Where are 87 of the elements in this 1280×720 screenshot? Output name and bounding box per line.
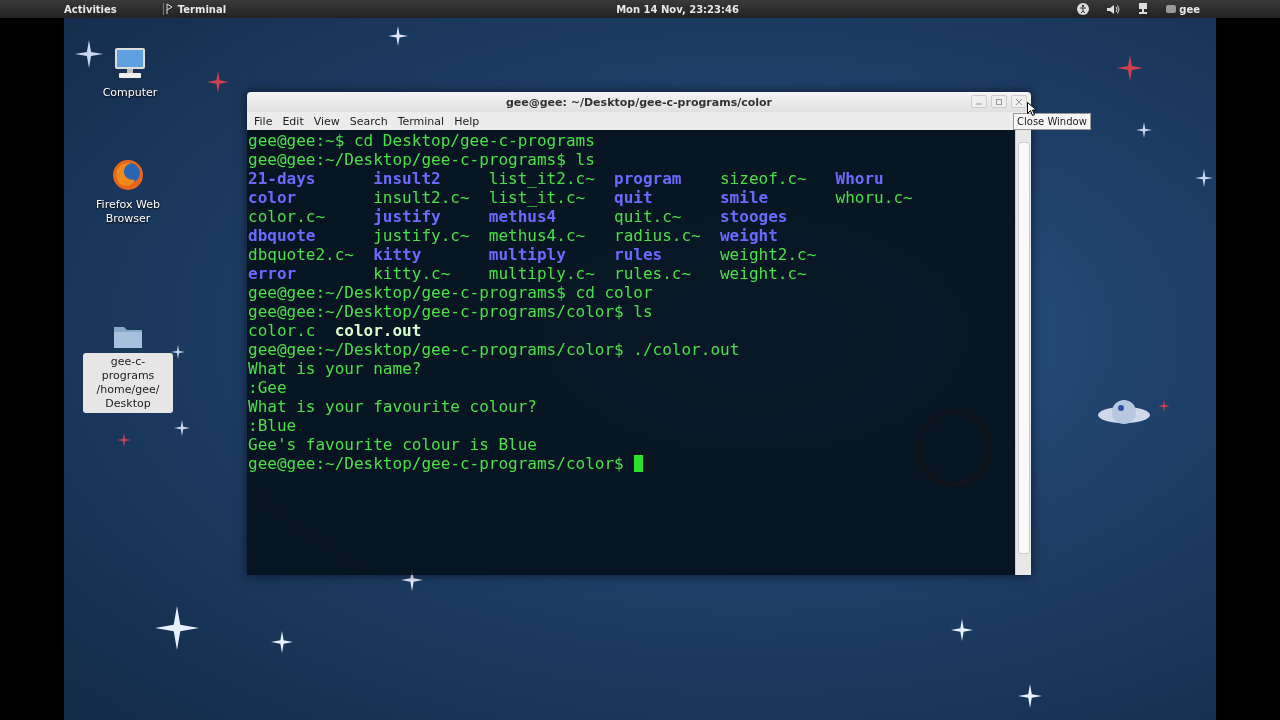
star-icon bbox=[388, 26, 408, 46]
file-name: weight bbox=[720, 226, 778, 245]
file-name: stooges bbox=[720, 207, 788, 226]
terminal-line: :Gee bbox=[248, 378, 287, 397]
file-name: insult2.c~ bbox=[373, 188, 470, 207]
star-icon bbox=[951, 619, 973, 641]
user-name[interactable]: gee bbox=[1179, 3, 1200, 15]
volume-icon[interactable] bbox=[1107, 3, 1121, 15]
file-name: quit bbox=[614, 188, 653, 207]
file-name: insult2 bbox=[373, 169, 441, 188]
file-name: weight.c~ bbox=[720, 264, 807, 283]
terminal-line: gee@gee:~/Desktop/gee-c-programs$ ls bbox=[248, 150, 595, 169]
desktop-icon-label[interactable]: Computer bbox=[85, 84, 175, 102]
terminal-line: Gee's favourite colour is Blue bbox=[248, 435, 537, 454]
terminal-line: gee@gee:~/Desktop/gee-c-programs/color$ ./color.out bbox=[248, 340, 740, 359]
close-icon bbox=[1016, 98, 1022, 105]
file-name: dbquote bbox=[248, 226, 316, 245]
file-name: color.out bbox=[334, 321, 422, 340]
mouse-cursor-icon bbox=[1027, 102, 1036, 116]
file-name: Whoru bbox=[835, 169, 884, 188]
star-icon bbox=[1117, 55, 1143, 81]
star-icon bbox=[155, 606, 199, 650]
menu-item[interactable]: View bbox=[308, 114, 345, 128]
terminal-line: What is your favourite colour? bbox=[248, 397, 537, 416]
file-name: quit.c~ bbox=[614, 207, 682, 226]
activities-button[interactable]: Activities bbox=[64, 3, 117, 15]
file-name: dbquote2.c~ bbox=[248, 245, 354, 264]
file-name: weight2.c~ bbox=[720, 245, 817, 264]
file-name: multiply.c~ bbox=[488, 264, 595, 283]
file-name: rules.c~ bbox=[614, 264, 692, 283]
file-name: color.c bbox=[248, 321, 316, 340]
star-icon bbox=[1136, 122, 1152, 138]
file-name: rules bbox=[614, 245, 663, 264]
menu-item[interactable]: Edit bbox=[277, 114, 309, 128]
star-icon bbox=[1018, 684, 1042, 708]
star-icon bbox=[1195, 169, 1213, 187]
accessibility-icon[interactable] bbox=[1077, 3, 1090, 15]
file-name: methus4.c~ bbox=[488, 226, 586, 245]
terminal-line: gee@gee:~/Desktop/gee-c-programs$ cd color bbox=[248, 283, 653, 302]
computer-icon bbox=[113, 46, 147, 80]
file-name: list_it2.c~ bbox=[488, 169, 595, 188]
menu-item[interactable]: Terminal bbox=[392, 114, 450, 128]
terminal-icon bbox=[165, 3, 174, 15]
file-name: program bbox=[614, 169, 682, 188]
maximize-icon bbox=[996, 98, 1002, 105]
clock[interactable]: Mon 14 Nov, 23:23:46 bbox=[616, 3, 739, 15]
window-title: gee@gee: ~/Desktop/gee-c-programs/color bbox=[505, 95, 773, 109]
terminal-line: gee@gee:~/Desktop/gee-c-programs/color$ bbox=[248, 454, 624, 473]
file-name: kitty.c~ bbox=[373, 264, 451, 283]
file-name: justify.c~ bbox=[373, 226, 470, 245]
terminal-line: gee@gee:~$ cd Desktop/gee-c-programs bbox=[248, 131, 595, 150]
user-icon[interactable] bbox=[1166, 4, 1177, 14]
star-icon bbox=[171, 345, 185, 359]
menu-item[interactable]: Search bbox=[344, 114, 393, 128]
firefox-icon bbox=[111, 158, 145, 192]
file-name: kitty bbox=[373, 245, 422, 264]
star-icon bbox=[271, 631, 293, 653]
file-name: list_it.c~ bbox=[488, 188, 586, 207]
file-name: color bbox=[248, 188, 297, 207]
tooltip: Close Window bbox=[1013, 113, 1091, 130]
menu-item[interactable]: Help bbox=[449, 114, 485, 128]
file-name: error bbox=[248, 264, 297, 283]
star-icon bbox=[174, 420, 190, 436]
file-name: color.c~ bbox=[248, 207, 326, 226]
file-name: justify bbox=[373, 207, 441, 226]
star-icon bbox=[117, 433, 131, 447]
network-icon[interactable] bbox=[1138, 3, 1149, 15]
desktop-icon-label[interactable]: Firefox Web Browser bbox=[83, 196, 173, 228]
file-name: sizeof.c~ bbox=[720, 169, 807, 188]
terminal-line: gee@gee:~/Desktop/gee-c-programs/color$ ls bbox=[248, 302, 653, 321]
desktop-icon-label[interactable]: gee-c-programs /home/gee/ Desktop bbox=[83, 353, 173, 413]
terminal-line: :Blue bbox=[248, 416, 297, 435]
file-name: radius.c~ bbox=[614, 226, 701, 245]
star-icon bbox=[75, 40, 103, 68]
text-cursor bbox=[633, 455, 643, 472]
file-name: whoru.c~ bbox=[835, 188, 913, 207]
star-icon bbox=[1158, 400, 1170, 412]
planet-icon bbox=[1098, 400, 1150, 424]
file-name: 21-days bbox=[248, 169, 316, 188]
app-menu[interactable]: Terminal bbox=[162, 3, 227, 15]
file-name: methus4 bbox=[488, 207, 557, 226]
file-name: multiply bbox=[488, 245, 566, 264]
star-icon bbox=[207, 71, 229, 93]
menu-item[interactable]: File bbox=[249, 114, 278, 128]
file-name: smile bbox=[720, 188, 769, 207]
scrollbar[interactable] bbox=[1015, 130, 1031, 575]
terminal-line: What is your name? bbox=[248, 359, 422, 378]
